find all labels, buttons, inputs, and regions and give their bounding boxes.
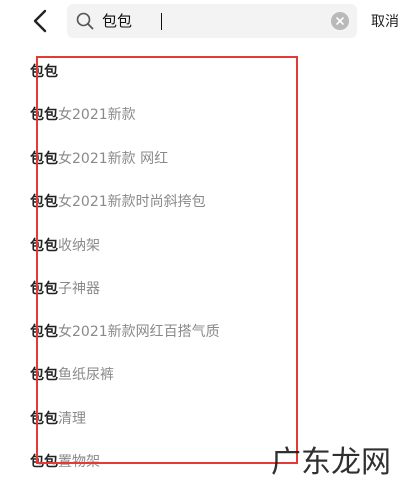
suggestion-keyword: 包包 bbox=[30, 107, 58, 123]
suggestion-suffix: 女2021新款网红百搭气质 bbox=[58, 324, 220, 340]
close-icon bbox=[336, 17, 344, 25]
suggestion-suffix: 清理 bbox=[58, 411, 86, 427]
search-suggestion-screen: 取消 包包 包包女2021新款 包包女2021新款 网红 包包女2021新款时尚… bbox=[0, 0, 415, 489]
list-item[interactable]: 包包女2021新款时尚斜挎包 bbox=[30, 182, 330, 222]
suggestion-suffix: 女2021新款 网红 bbox=[58, 151, 169, 167]
search-header: 取消 bbox=[0, 0, 415, 44]
suggestion-suffix: 收纳架 bbox=[58, 238, 100, 254]
list-item[interactable]: 包包女2021新款 网红 bbox=[30, 139, 330, 179]
list-item[interactable]: 包包女2021新款 bbox=[30, 95, 330, 135]
suggestion-keyword: 包包 bbox=[30, 194, 58, 210]
suggestion-keyword: 包包 bbox=[30, 411, 58, 427]
suggestion-suffix: 鱼纸尿裤 bbox=[58, 367, 114, 383]
suggestion-suffix: 女2021新款时尚斜挎包 bbox=[58, 194, 206, 210]
chevron-left-icon bbox=[33, 9, 47, 33]
suggestion-keyword: 包包 bbox=[30, 367, 58, 383]
suggestion-suffix: 女2021新款 bbox=[58, 107, 136, 123]
watermark-logo: 广东龙网 bbox=[271, 445, 391, 480]
list-item[interactable]: 包包鱼纸尿裤 bbox=[30, 355, 330, 395]
search-box[interactable] bbox=[67, 4, 357, 38]
suggestion-keyword: 包包 bbox=[30, 454, 58, 470]
back-button[interactable] bbox=[30, 9, 52, 33]
suggestion-keyword: 包包 bbox=[30, 151, 58, 167]
cancel-button[interactable]: 取消 bbox=[371, 11, 405, 31]
list-item[interactable]: 包包女2021新款网红百搭气质 bbox=[30, 312, 330, 352]
clear-button[interactable] bbox=[331, 12, 349, 30]
list-item[interactable]: 包包清理 bbox=[30, 399, 330, 439]
list-item[interactable]: 包包收纳架 bbox=[30, 226, 330, 266]
suggestion-suffix: 子神器 bbox=[58, 281, 100, 297]
search-input[interactable] bbox=[102, 8, 317, 34]
suggestion-suffix: 置物架 bbox=[58, 454, 100, 470]
suggestion-keyword: 包包 bbox=[30, 281, 58, 297]
list-item[interactable]: 包包 bbox=[30, 52, 330, 92]
text-cursor bbox=[161, 13, 162, 30]
suggestion-keyword: 包包 bbox=[30, 324, 58, 340]
suggestion-keyword: 包包 bbox=[30, 64, 58, 80]
list-item[interactable]: 包包子神器 bbox=[30, 269, 330, 309]
watermark: 广东龙网 bbox=[269, 443, 409, 487]
suggestion-keyword: 包包 bbox=[30, 238, 58, 254]
search-icon bbox=[76, 12, 94, 30]
